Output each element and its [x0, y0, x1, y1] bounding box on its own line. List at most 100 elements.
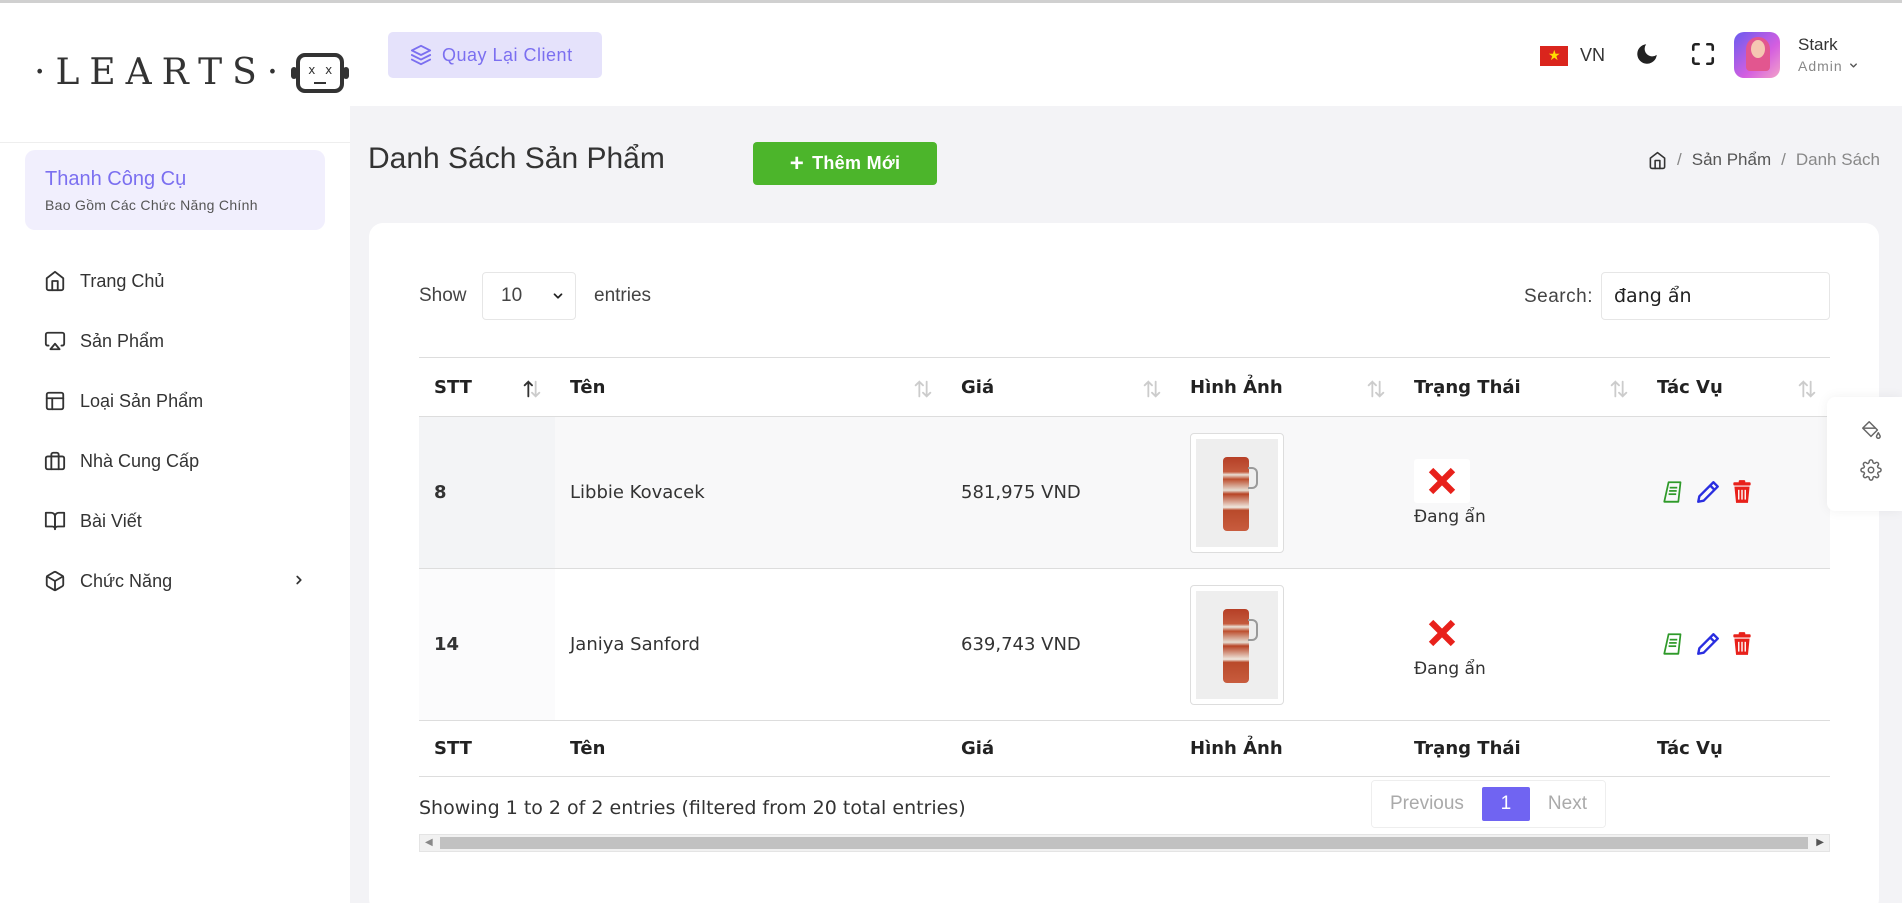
cell-price: 581,975 VND	[946, 416, 1175, 569]
scroll-left-icon[interactable]: ◀	[425, 837, 433, 848]
user-name[interactable]: Stark	[1798, 35, 1838, 55]
breadcrumb-item-list: Danh Sách	[1795, 150, 1880, 169]
book-open-icon	[44, 510, 66, 532]
logo-text: ·LEARTS·	[34, 52, 289, 93]
airplay-icon	[44, 330, 66, 352]
chevron-down-icon	[1848, 58, 1859, 74]
page-1-button[interactable]: 1	[1481, 787, 1530, 821]
moon-icon[interactable]	[1634, 41, 1660, 67]
column-header-price[interactable]: Giá	[946, 357, 1175, 417]
status-text: Đang ẩn	[1414, 658, 1486, 679]
footer-header-price: Giá	[946, 720, 1175, 777]
sidebar-item-label: Bài Viết	[80, 510, 142, 531]
cell-stt: 8	[419, 416, 555, 569]
sidebar-nav: Trang Chủ Sản Phẩm Loại Sản Phẩm Nhà Cun…	[0, 251, 350, 611]
column-header-image[interactable]: Hình Ảnh	[1175, 357, 1399, 417]
breadcrumb-item-products[interactable]: Sản Phẩm	[1692, 150, 1771, 170]
paint-bucket-icon[interactable]	[1860, 419, 1882, 441]
sidebar-item-functions[interactable]: Chức Năng	[0, 551, 350, 611]
hidden-x-icon[interactable]	[1414, 458, 1470, 503]
robot-face-icon: xx	[291, 52, 350, 93]
sidebar-item-products[interactable]: Sản Phẩm	[0, 311, 350, 371]
entries-label: entries	[594, 285, 652, 306]
pagination: Previous 1 Next	[1371, 780, 1606, 828]
sidebar-item-home[interactable]: Trang Chủ	[0, 251, 350, 311]
table-header-row: STT Tên Giá Hình Ảnh Trạng Thái Tác Vụ	[419, 357, 1830, 417]
add-new-label: Thêm Mới	[812, 153, 901, 173]
column-header-actions[interactable]: Tác Vụ	[1642, 357, 1830, 417]
top-header: Quay Lại Client ★ VN Stark Admin	[350, 3, 1902, 106]
edit-icon[interactable]	[1695, 479, 1723, 507]
product-image[interactable]	[1190, 584, 1284, 705]
scroll-right-icon[interactable]: ▶	[1816, 837, 1824, 848]
sidebar-item-label: Loại Sản Phẩm	[80, 390, 204, 411]
next-button[interactable]: Next	[1529, 781, 1605, 827]
sidebar-item-suppliers[interactable]: Nhà Cung Cấp	[0, 431, 350, 491]
show-label: Show	[419, 285, 467, 306]
layout-icon	[44, 390, 66, 412]
user-role-label: Admin	[1798, 58, 1843, 74]
column-header-status[interactable]: Trạng Thái	[1399, 357, 1642, 417]
chevron-right-icon	[292, 571, 306, 592]
table-row: 8 Libbie Kovacek 581,975 VND Đang ẩn	[419, 416, 1830, 569]
toolbar-card: Thanh Công Cụ Bao Gồm Các Chức Năng Chín…	[25, 150, 325, 230]
footer-header-name: Tên	[555, 720, 946, 777]
previous-button[interactable]: Previous	[1372, 781, 1482, 827]
sort-icon	[1141, 378, 1163, 400]
sidebar-item-label: Trang Chủ	[80, 270, 165, 291]
edit-icon[interactable]	[1695, 631, 1723, 659]
cell-name: Libbie Kovacek	[555, 416, 946, 569]
breadcrumb-separator: /	[1677, 150, 1682, 169]
sort-ascending-icon	[521, 378, 543, 400]
toolbar-title: Thanh Công Cụ	[45, 168, 187, 190]
cell-status: Đang ẩn	[1399, 568, 1642, 721]
avatar[interactable]	[1734, 32, 1780, 78]
floating-settings-panel	[1827, 397, 1902, 511]
add-new-button[interactable]: + Thêm Mới	[753, 142, 937, 185]
detail-icon[interactable]	[1661, 631, 1689, 659]
page-title: Danh Sách Sản Phẩm	[368, 142, 665, 175]
sidebar-item-posts[interactable]: Bài Viết	[0, 491, 350, 551]
page-size-select[interactable]: 10	[482, 272, 576, 320]
column-header-name[interactable]: Tên	[555, 357, 946, 417]
sort-icon	[1365, 378, 1387, 400]
sidebar-item-product-types[interactable]: Loại Sản Phẩm	[0, 371, 350, 431]
back-to-client-label: Quay Lại Client	[442, 44, 573, 65]
cell-price: 639,743 VND	[946, 568, 1175, 721]
layers-icon	[410, 44, 432, 66]
delete-icon[interactable]	[1729, 631, 1757, 659]
search-input[interactable]	[1601, 272, 1830, 320]
gear-icon[interactable]	[1860, 459, 1882, 481]
sidebar: ·LEARTS· xx Thanh Công Cụ Bao Gồm Các Ch…	[0, 3, 350, 903]
delete-icon[interactable]	[1729, 479, 1757, 507]
detail-icon[interactable]	[1661, 479, 1689, 507]
table-footer-row: STT Tên Giá Hình Ảnh Trạng Thái Tác Vụ	[419, 720, 1830, 777]
box-icon	[44, 570, 66, 592]
brand-logo[interactable]: ·LEARTS· xx	[0, 3, 350, 143]
cell-name: Janiya Sanford	[555, 568, 946, 721]
breadcrumb-separator: /	[1781, 150, 1786, 169]
cell-image	[1175, 416, 1399, 569]
fullscreen-icon[interactable]	[1690, 41, 1716, 67]
horizontal-scrollbar[interactable]: ◀ ▶	[419, 834, 1830, 852]
product-image[interactable]	[1190, 432, 1284, 553]
table-row: 14 Janiya Sanford 639,743 VND Đang ẩn	[419, 568, 1830, 721]
footer-header-status: Trạng Thái	[1399, 720, 1642, 777]
toolbar-subtitle: Bao Gồm Các Chức Năng Chính	[45, 197, 258, 213]
scrollbar-thumb[interactable]	[440, 837, 1808, 849]
home-icon	[44, 270, 66, 292]
user-role[interactable]: Admin	[1798, 58, 1859, 74]
cell-status: Đang ẩn	[1399, 416, 1642, 569]
back-to-client-button[interactable]: Quay Lại Client	[388, 32, 602, 78]
column-header-stt[interactable]: STT	[419, 357, 555, 417]
sort-icon	[1608, 378, 1630, 400]
language-label: VN	[1580, 45, 1606, 65]
home-icon[interactable]	[1648, 151, 1667, 170]
footer-header-actions: Tác Vụ	[1642, 720, 1830, 777]
hidden-x-icon[interactable]	[1414, 610, 1470, 655]
cell-actions	[1642, 416, 1830, 569]
language-selector[interactable]: ★ VN	[1540, 45, 1605, 66]
plus-icon: +	[789, 149, 805, 177]
sidebar-item-label: Sản Phẩm	[80, 330, 165, 351]
status-text: Đang ẩn	[1414, 506, 1486, 527]
